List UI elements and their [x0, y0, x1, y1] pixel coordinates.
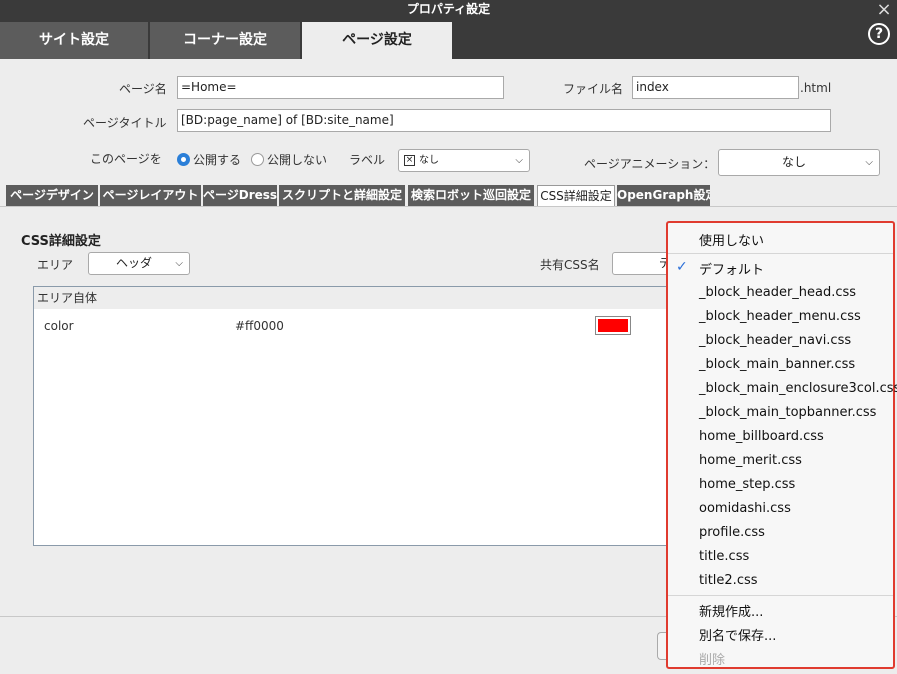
property-name: color	[44, 319, 74, 333]
dropdown-item[interactable]: _block_header_navi.css	[699, 333, 851, 348]
help-icon[interactable]: ?	[868, 23, 890, 45]
dropdown-item[interactable]: profile.css	[699, 525, 765, 540]
dropdown-item[interactable]: _block_header_head.css	[699, 285, 856, 300]
page-title-label: ページタイトル	[83, 116, 167, 130]
checkmark-icon: ✓	[676, 259, 688, 275]
dropdown-separator	[668, 595, 893, 596]
animation-select[interactable]: なし ⌵	[718, 149, 880, 176]
shared-css-select[interactable]: デ	[612, 252, 672, 275]
tab-opengraph[interactable]: OpenGraph設定	[617, 185, 710, 206]
empty-box-icon: ×	[404, 155, 415, 166]
publish-off-radio[interactable]	[251, 153, 264, 166]
file-extension: .html	[800, 81, 832, 95]
dropdown-item[interactable]: home_step.css	[699, 477, 795, 492]
title-bar: プロパティ設定 × ? サイト設定 コーナー設定 ページ設定	[0, 0, 897, 59]
page-name-input[interactable]: =Home=	[177, 76, 504, 99]
label-select-value: なし	[419, 155, 439, 166]
publish-off-label[interactable]: 公開しない	[267, 151, 327, 168]
dropdown-item-default[interactable]: デフォルト	[699, 259, 764, 278]
dropdown-item[interactable]: _block_main_topbanner.css	[699, 405, 876, 420]
publish-on-radio[interactable]	[177, 153, 190, 166]
area-label: エリア	[37, 258, 74, 272]
label-label: ラベル	[349, 153, 386, 167]
dropdown-item[interactable]: title2.css	[699, 573, 758, 588]
page-name-label: ページ名	[119, 82, 167, 96]
tab-page-dress[interactable]: ページDress	[203, 185, 277, 206]
property-value[interactable]: #ff0000	[235, 319, 284, 333]
dropdown-item[interactable]: oomidashi.css	[699, 501, 791, 516]
chevron-down-icon: ⌵	[175, 258, 183, 269]
tab-robot-settings[interactable]: 検索ロボット巡回設定	[408, 185, 534, 206]
dropdown-item-save-as[interactable]: 別名で保存...	[699, 625, 776, 644]
css-property-table: エリア自体 color #ff0000	[33, 286, 673, 546]
dropdown-item[interactable]: _block_main_banner.css	[699, 357, 855, 372]
label-select[interactable]: × なし ⌵	[398, 149, 530, 172]
dropdown-separator	[668, 253, 893, 254]
dropdown-item-new[interactable]: 新規作成...	[699, 601, 763, 620]
page-title-input[interactable]: [BD:page_name] of [BD:site_name]	[177, 109, 831, 132]
area-self-header: エリア自体	[34, 287, 672, 309]
dropdown-item[interactable]: home_billboard.css	[699, 429, 824, 444]
color-swatch-fill	[598, 319, 628, 332]
animation-select-value: なし	[781, 155, 806, 169]
shared-css-label: 共有CSS名	[540, 258, 600, 272]
dropdown-item[interactable]: _block_main_enclosure3col.css	[699, 381, 897, 396]
chevron-down-icon: ⌵	[865, 157, 873, 168]
tab-corner-settings[interactable]: コーナー設定	[150, 22, 300, 59]
dropdown-item-none[interactable]: 使用しない	[699, 230, 764, 249]
tab-page-design[interactable]: ページデザイン	[6, 185, 98, 206]
color-swatch[interactable]	[595, 316, 631, 335]
close-icon[interactable]: ×	[875, 0, 893, 20]
css-section-title: CSS詳細設定	[21, 234, 101, 249]
window-title: プロパティ設定	[406, 2, 491, 16]
shared-css-dropdown: 使用しない ✓ デフォルト _block_header_head.css _bl…	[666, 221, 897, 669]
publish-label: このページを	[90, 152, 162, 166]
area-select-value: ヘッダ	[115, 256, 152, 270]
tab-page-layout[interactable]: ページレイアウト	[100, 185, 201, 206]
dropdown-item[interactable]: _block_header_menu.css	[699, 309, 861, 324]
file-name-input[interactable]: index	[632, 76, 799, 99]
dropdown-item[interactable]: home_merit.css	[699, 453, 802, 468]
publish-on-label[interactable]: 公開する	[193, 151, 241, 168]
dropdown-item[interactable]: title.css	[699, 549, 749, 564]
animation-label: ページアニメーション：	[584, 157, 716, 171]
tab-css-settings[interactable]: CSS詳細設定	[537, 185, 615, 206]
tab-page-settings[interactable]: ページ設定	[302, 22, 452, 59]
file-name-label: ファイル名	[563, 82, 624, 96]
chevron-down-icon: ⌵	[515, 155, 523, 166]
dropdown-item-delete: 削除	[699, 653, 726, 668]
area-select[interactable]: ヘッダ ⌵	[88, 252, 190, 275]
tab-script-settings[interactable]: スクリプトと詳細設定	[279, 185, 405, 206]
tab-site-settings[interactable]: サイト設定	[0, 22, 148, 59]
